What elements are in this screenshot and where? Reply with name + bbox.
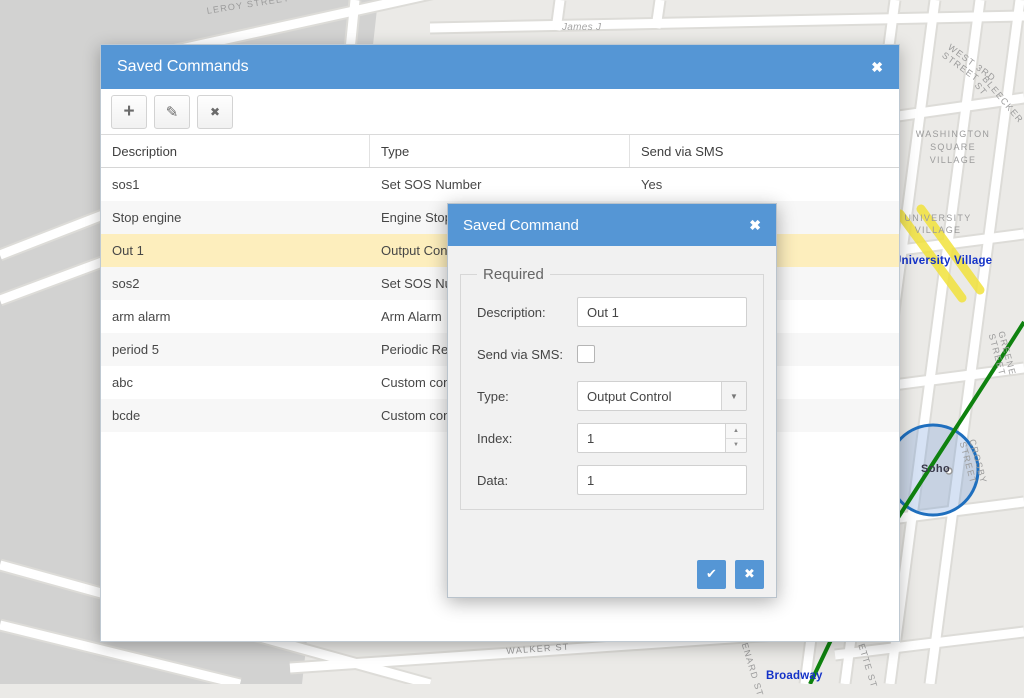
cell-sms: Yes (630, 177, 899, 192)
edit-command-button[interactable]: ✎ (154, 95, 190, 129)
cell-description: arm alarm (101, 309, 370, 324)
cell-description: abc (101, 375, 370, 390)
remove-command-button[interactable]: ✖ (197, 95, 233, 129)
window-header[interactable]: Saved Commands ✖ (101, 45, 899, 89)
column-header-sms[interactable]: Send via SMS (630, 135, 899, 167)
grid-header: Description Type Send via SMS (101, 134, 899, 168)
geofence-circle (888, 425, 978, 515)
column-header-type[interactable]: Type (370, 135, 630, 167)
cell-description: Out 1 (101, 243, 370, 258)
index-field-row: Index: ▲ ▼ (477, 423, 747, 453)
chevron-down-icon: ▼ (730, 392, 738, 401)
index-input[interactable] (578, 424, 725, 452)
column-header-description[interactable]: Description (101, 135, 370, 167)
confirm-button[interactable]: ✔ (697, 560, 726, 589)
check-icon: ✔ (706, 566, 717, 582)
dropdown-trigger[interactable]: ▼ (721, 382, 746, 410)
cell-description: period 5 (101, 342, 370, 357)
saved-command-dialog: Saved Command ✖ Required Description: Se… (447, 203, 777, 598)
data-label: Data: (477, 473, 577, 488)
description-field-row: Description: (477, 297, 747, 327)
close-icon[interactable]: ✖ (749, 218, 761, 232)
window-title: Saved Commands (117, 58, 871, 76)
poi-marker (946, 468, 952, 474)
required-fieldset: Required Description: Send via SMS: Type… (460, 266, 764, 510)
pencil-icon: ✎ (166, 103, 179, 121)
data-input[interactable] (577, 465, 747, 495)
stepper-triggers: ▲ ▼ (725, 424, 746, 452)
cell-description: bcde (101, 408, 370, 423)
description-input[interactable] (577, 297, 747, 327)
index-stepper: ▲ ▼ (577, 423, 747, 453)
dialog-body: Required Description: Send via SMS: Type… (448, 246, 776, 599)
chevron-up-icon: ▲ (733, 428, 739, 434)
index-label: Index: (477, 431, 577, 446)
spinner-down-button[interactable]: ▼ (726, 439, 746, 453)
description-label: Description: (477, 305, 577, 320)
fieldset-legend: Required (477, 266, 550, 283)
type-field-row: Type: Output Control ▼ (477, 381, 747, 411)
cell-type: Set SOS Number (370, 177, 630, 192)
close-icon: ✖ (744, 566, 755, 582)
data-field-row: Data: (477, 465, 747, 495)
cancel-button[interactable]: ✖ (735, 560, 764, 589)
spinner-up-button[interactable]: ▲ (726, 424, 746, 439)
add-command-button[interactable]: + (111, 95, 147, 129)
remove-icon: ✖ (210, 105, 220, 119)
type-select[interactable]: Output Control ▼ (577, 381, 747, 411)
plus-icon: + (123, 101, 134, 123)
type-label: Type: (477, 389, 577, 404)
close-icon[interactable]: ✖ (871, 60, 883, 74)
type-select-value: Output Control (578, 382, 721, 410)
sms-field-row: Send via SMS: (477, 339, 747, 369)
cell-description: sos1 (101, 177, 370, 192)
dialog-header[interactable]: Saved Command ✖ (448, 204, 776, 246)
cell-description: Stop engine (101, 210, 370, 225)
send-sms-checkbox[interactable] (577, 345, 595, 363)
chevron-down-icon: ▼ (733, 442, 739, 448)
dialog-toolbar: ✔ ✖ (448, 549, 776, 599)
commands-toolbar: + ✎ ✖ (101, 89, 899, 134)
cell-description: sos2 (101, 276, 370, 291)
dialog-title: Saved Command (463, 217, 749, 234)
table-row[interactable]: sos1 Set SOS Number Yes (101, 168, 899, 201)
sms-label: Send via SMS: (477, 347, 577, 362)
